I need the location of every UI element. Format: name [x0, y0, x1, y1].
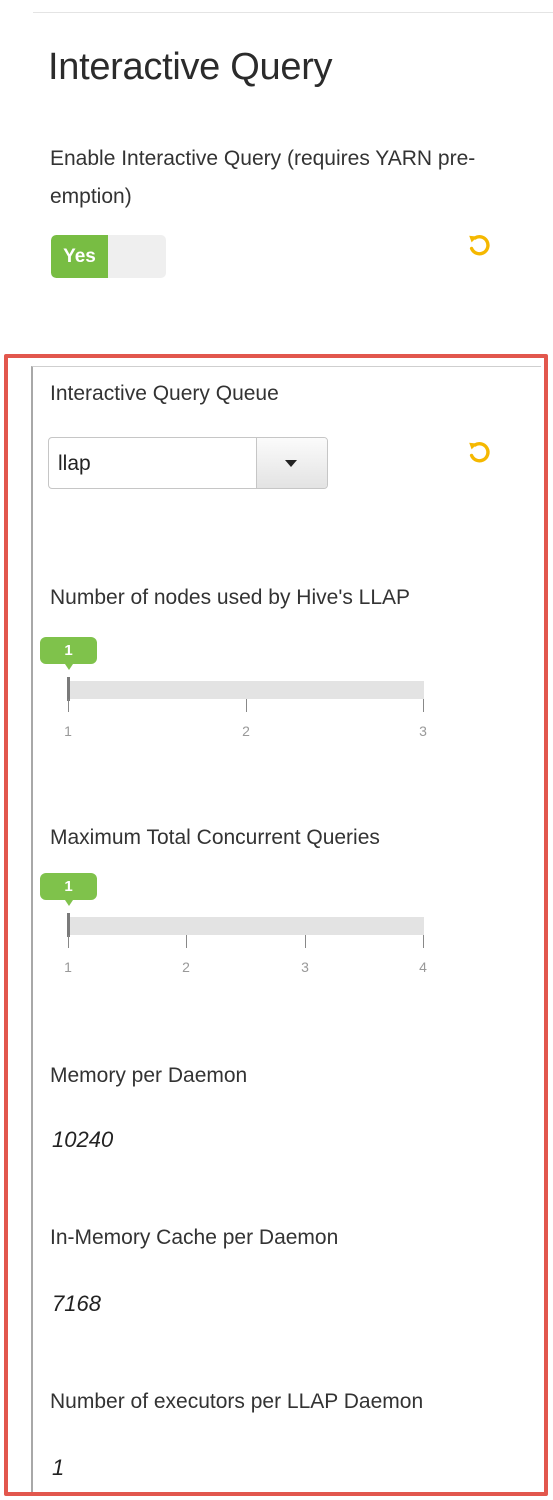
concurrent-slider-track[interactable] — [68, 917, 424, 935]
undo-icon[interactable] — [467, 233, 493, 259]
slider-tick — [305, 935, 306, 948]
concurrent-slider-value-badge: 1 — [40, 873, 97, 906]
slider-tick-label: 1 — [64, 959, 72, 975]
slider-tick — [423, 699, 424, 712]
slider-tick-label: 1 — [64, 723, 72, 739]
slider-tick-label: 2 — [182, 959, 190, 975]
cache-per-daemon-value: 7168 — [52, 1291, 101, 1316]
slider-tick — [423, 935, 424, 948]
nodes-slider-track[interactable] — [68, 681, 424, 699]
queue-selected-value: llap — [58, 452, 91, 475]
slider-tick — [68, 935, 69, 948]
section-title: Interactive Query — [48, 46, 333, 88]
nodes-slider[interactable]: 1 1 2 3 — [36, 637, 436, 767]
executors-per-daemon-label: Number of executors per LLAP Daemon — [50, 1390, 424, 1413]
concurrent-slider-handle[interactable] — [67, 913, 70, 937]
slider-tick — [246, 699, 247, 712]
nodes-slider-value-badge: 1 — [40, 637, 97, 670]
slider-tick-label: 2 — [242, 723, 250, 739]
queue-label: Interactive Query Queue — [50, 382, 279, 405]
slider-tick-label: 3 — [301, 959, 309, 975]
toggle-yes-label: Yes — [51, 235, 108, 278]
concurrent-queries-slider[interactable]: 1 1 2 3 4 — [36, 873, 436, 1003]
executors-per-daemon-value: 1 — [52, 1455, 65, 1480]
memory-per-daemon-value: 10240 — [52, 1127, 114, 1152]
top-divider — [33, 12, 553, 13]
slider-tick — [68, 699, 69, 712]
caret-down-icon — [285, 460, 297, 467]
slider-tick — [186, 935, 187, 948]
nodes-label: Number of nodes used by Hive's LLAP — [50, 586, 411, 609]
memory-per-daemon-label: Memory per Daemon — [50, 1064, 248, 1087]
undo-icon[interactable] — [467, 440, 493, 466]
cache-per-daemon-label: In-Memory Cache per Daemon — [50, 1226, 339, 1249]
concurrent-queries-label: Maximum Total Concurrent Queries — [50, 826, 380, 849]
queue-dropdown-button[interactable] — [256, 438, 327, 488]
nodes-slider-handle[interactable] — [67, 677, 70, 701]
enable-interactive-query-label: Enable Interactive Query (requires YARN … — [50, 147, 476, 208]
enable-interactive-query-toggle[interactable]: Yes — [51, 235, 166, 278]
slider-tick-label: 3 — [419, 723, 427, 739]
slider-tick-label: 4 — [419, 959, 427, 975]
queue-select[interactable]: llap — [48, 437, 328, 489]
